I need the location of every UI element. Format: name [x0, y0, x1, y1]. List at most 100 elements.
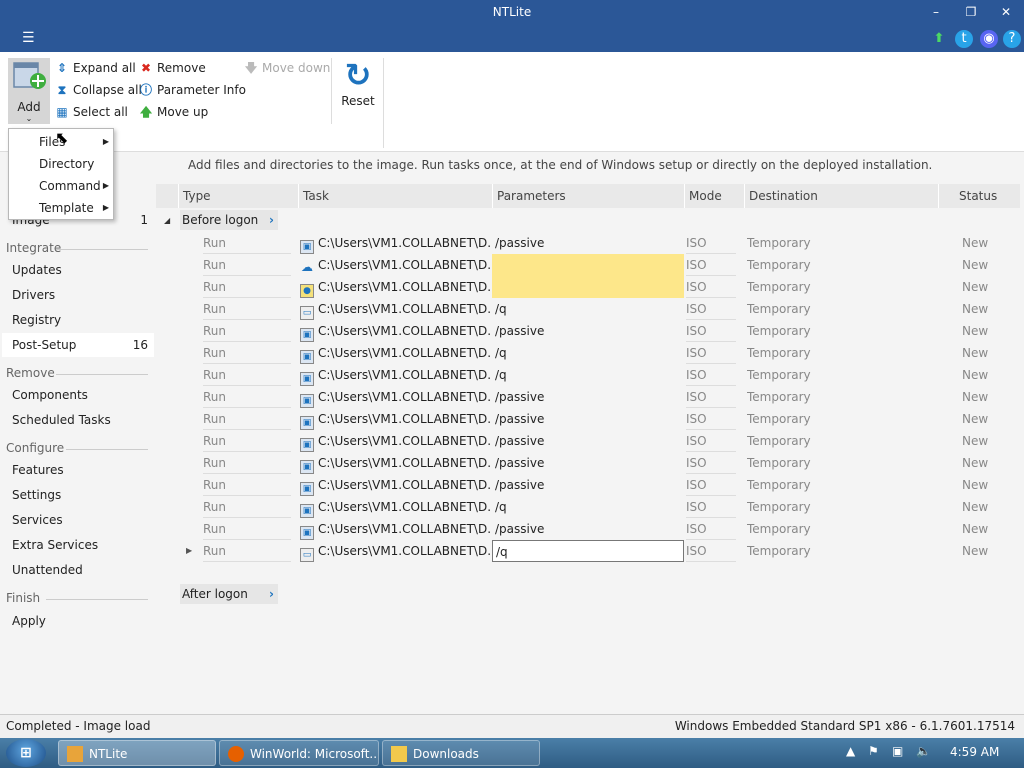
column-mode[interactable]: Mode	[684, 184, 744, 208]
destination-cell: Temporary	[747, 280, 811, 294]
collapse-all-button[interactable]: ⧗ Collapse all	[54, 80, 142, 100]
table-row[interactable]: Run ☁ C:\Users\VM1.COLLABNET\D... ISO Tempor…	[156, 254, 1020, 276]
sidebar-item-registry[interactable]: Registry	[2, 308, 154, 332]
destination-cell: Temporary	[747, 434, 811, 448]
close-button[interactable]: ✕	[995, 3, 1017, 21]
column-destination[interactable]: Destination	[744, 184, 938, 208]
row-expand-arrow-icon[interactable]: ▶	[186, 546, 192, 555]
sidebar-item-scheduled-tasks[interactable]: Scheduled Tasks	[2, 408, 154, 432]
sidebar-item-apply[interactable]: Apply	[2, 609, 154, 633]
folder-icon	[391, 746, 407, 762]
sidebar-item-extra-services[interactable]: Extra Services	[2, 533, 154, 557]
table-row[interactable]: Run ▣ C:\Users\VM1.COLLABNET\D.../passive I…	[156, 518, 1020, 540]
parameters-cell[interactable]: /passive	[492, 452, 684, 474]
status-cell: New	[962, 302, 989, 316]
update-arrow-icon[interactable]: ⬆	[930, 30, 948, 48]
sidebar-item-drivers[interactable]: Drivers	[2, 283, 154, 307]
menu-item-template[interactable]: Template ▶	[39, 198, 111, 218]
parameters-cell[interactable]	[492, 276, 684, 298]
help-icon[interactable]: ?	[1003, 30, 1021, 48]
column-task[interactable]: Task	[298, 184, 492, 208]
start-button[interactable]: ⊞	[6, 739, 46, 767]
add-image-icon	[13, 62, 46, 89]
volume-muted-icon[interactable]: 🔈	[916, 744, 931, 758]
network-icon[interactable]: ▣	[892, 744, 903, 758]
move-up-button[interactable]: 🡅 Move up	[138, 102, 208, 122]
table-row[interactable]: Run ▣ C:\Users\VM1.COLLABNET\D.../passive I…	[156, 320, 1020, 342]
remove-button[interactable]: ✖ Remove	[138, 58, 206, 78]
table-row[interactable]: Run ● C:\Users\VM1.COLLABNET\D... ISO Tempor…	[156, 276, 1020, 298]
sidebar-item-features[interactable]: Features	[2, 458, 154, 482]
info-icon: ⓘ	[139, 83, 152, 97]
parameters-cell[interactable]: /passive	[492, 474, 684, 496]
table-row[interactable]: Run ▣ C:\Users\VM1.COLLABNET\D.../q ISO Temp…	[156, 496, 1020, 518]
parameters-cell[interactable]: /q	[492, 298, 684, 320]
move-down-button[interactable]: 🡇 Move down	[243, 58, 331, 78]
grid-header: Type Task Parameters Mode Destination St…	[156, 184, 1020, 208]
maximize-button[interactable]: ❐	[960, 3, 982, 21]
parameters-cell[interactable]: /passive	[492, 386, 684, 408]
parameters-cell[interactable]: /q	[492, 342, 684, 364]
sidebar-item-components[interactable]: Components	[2, 383, 154, 407]
column-parameters[interactable]: Parameters	[492, 184, 684, 208]
group-before-logon[interactable]: Before logon ›	[180, 210, 278, 230]
parameters-cell[interactable]: /passive	[492, 430, 684, 452]
add-button[interactable]: Add ⌄	[8, 58, 50, 124]
installer-icon: ▣	[300, 504, 314, 518]
select-all-button[interactable]: ▦ Select all	[54, 102, 128, 122]
clock[interactable]: 4:59 AM	[950, 745, 999, 759]
show-hidden-icons-icon[interactable]: ▲	[846, 744, 855, 758]
action-center-flag-icon[interactable]: ⚑	[868, 744, 879, 758]
destination-cell: Temporary	[747, 500, 811, 514]
expand-all-button[interactable]: ⇕ Expand all	[54, 58, 136, 78]
taskbar-item-browser[interactable]: WinWorld: Microsoft...	[219, 740, 379, 766]
column-status[interactable]: Status	[938, 184, 1018, 208]
type-cell: Run	[203, 254, 291, 276]
twitter-icon[interactable]: t	[955, 30, 973, 48]
table-row[interactable]: ▶ Run ▭ C:\Users\VM1.COLLABNET\D.../q ISO Tem…	[156, 540, 1020, 562]
parameters-cell[interactable]: /q	[492, 540, 684, 562]
info-text: Add files and directories to the image. …	[188, 158, 933, 172]
divider	[46, 599, 148, 600]
parameters-cell[interactable]: /passive	[492, 408, 684, 430]
table-row[interactable]: Run ▣ C:\Users\VM1.COLLABNET\D.../q ISO Temp…	[156, 342, 1020, 364]
add-label: Add	[17, 100, 41, 114]
discord-icon[interactable]: ◉	[980, 30, 998, 48]
minimize-button[interactable]: –	[925, 3, 947, 21]
sidebar-item-updates[interactable]: Updates	[2, 258, 154, 282]
collapse-triangle-icon[interactable]: ◢	[164, 216, 170, 225]
parameters-cell[interactable]: /q	[492, 496, 684, 518]
parameters-cell[interactable]	[492, 254, 684, 276]
parameters-cell[interactable]: /passive	[492, 232, 684, 254]
group-after-logon[interactable]: After logon ›	[180, 584, 278, 604]
table-row[interactable]: Run ▣ C:\Users\VM1.COLLABNET\D.../q ISO Temp…	[156, 364, 1020, 386]
sidebar: Image 1 Integrate Updates Drivers Regist…	[0, 152, 156, 714]
menu-item-directory[interactable]: Directory	[39, 154, 111, 174]
sidebar-item-post-setup[interactable]: Post-Setup 16	[2, 333, 154, 357]
task-cell: ● C:\Users\VM1.COLLABNET\D...	[300, 276, 490, 298]
table-row[interactable]: Run ▣ C:\Users\VM1.COLLABNET\D.../passive I…	[156, 430, 1020, 452]
reset-button[interactable]: ↻ Reset	[340, 58, 376, 108]
menu-item-command[interactable]: Command ▶	[39, 176, 111, 196]
submenu-arrow-icon: ▶	[102, 181, 109, 190]
table-row[interactable]: Run ▭ C:\Users\VM1.COLLABNET\D.../q ISO Temp…	[156, 298, 1020, 320]
taskbar-item-ntlite[interactable]: NTLite	[58, 740, 216, 766]
parameters-cell[interactable]: /passive	[492, 320, 684, 342]
sidebar-item-services[interactable]: Services	[2, 508, 154, 532]
menu-item-files[interactable]: Files ▶	[39, 132, 111, 152]
parameters-cell[interactable]: /passive	[492, 518, 684, 540]
type-cell: Run	[203, 386, 291, 408]
divider	[66, 449, 148, 450]
sidebar-item-settings[interactable]: Settings	[2, 483, 154, 507]
table-row[interactable]: Run ▣ C:\Users\VM1.COLLABNET\D.../passive I…	[156, 408, 1020, 430]
parameters-cell[interactable]: /q	[492, 364, 684, 386]
taskbar-item-downloads[interactable]: Downloads	[382, 740, 540, 766]
table-row[interactable]: Run ▣ C:\Users\VM1.COLLABNET\D.../passive I…	[156, 386, 1020, 408]
sidebar-item-unattended[interactable]: Unattended	[2, 558, 154, 582]
table-row[interactable]: Run ▣ C:\Users\VM1.COLLABNET\D.../passive I…	[156, 452, 1020, 474]
table-row[interactable]: Run ▣ C:\Users\VM1.COLLABNET\D.../passive I…	[156, 474, 1020, 496]
parameter-info-button[interactable]: ⓘ Parameter Info	[138, 80, 246, 100]
hamburger-menu-icon[interactable]: ☰	[22, 30, 35, 46]
column-type[interactable]: Type	[178, 184, 298, 208]
table-row[interactable]: Run ▣ C:\Users\VM1.COLLABNET\D.../passive I…	[156, 232, 1020, 254]
